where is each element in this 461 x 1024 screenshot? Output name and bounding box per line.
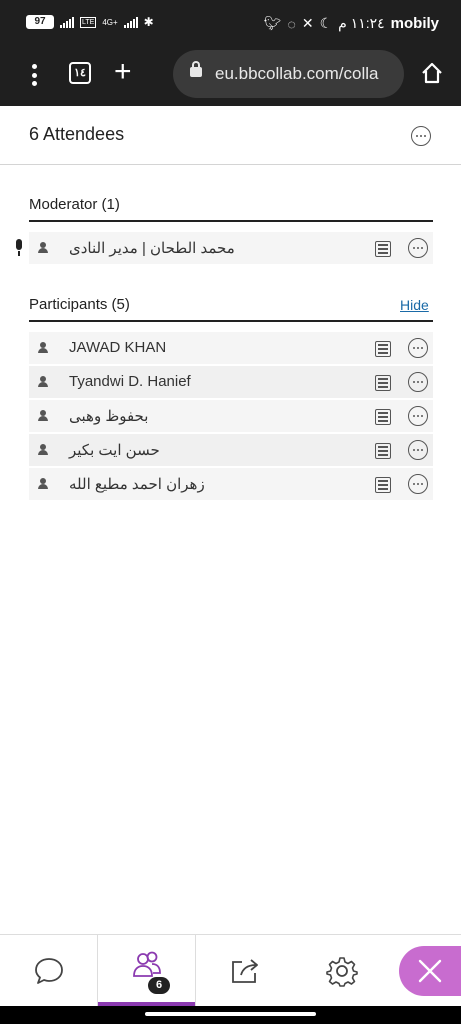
captions-icon[interactable]: [375, 477, 391, 493]
attendee-name: JAWAD KHAN: [69, 339, 167, 356]
person-icon: [37, 410, 49, 422]
attendee-count-badge: 6: [148, 977, 170, 994]
signal-icon: [60, 16, 74, 28]
microphone-icon: [14, 239, 24, 257]
bluetooth-icon: ✱: [143, 15, 154, 29]
more-options-icon[interactable]: [408, 474, 428, 494]
battery-icon: 97: [26, 15, 54, 29]
captions-icon[interactable]: [375, 443, 391, 459]
list-item[interactable]: زهران احمد مطيع الله: [29, 468, 433, 500]
twitter-icon: 🐦︎: [263, 15, 282, 31]
captions-icon[interactable]: [375, 341, 391, 357]
share-button[interactable]: [196, 935, 293, 1007]
url-text: eu.bbcollab.com/colla: [215, 64, 379, 83]
captions-icon[interactable]: [375, 409, 391, 425]
panel-header: 6 Attendees: [0, 106, 461, 165]
signal-icon: [123, 16, 138, 28]
page-title: 6 Attendees: [29, 124, 125, 144]
settings-button[interactable]: [293, 935, 391, 1007]
divider: [29, 220, 433, 222]
divider: [29, 320, 433, 322]
close-button[interactable]: [399, 946, 461, 996]
more-options-icon[interactable]: [408, 372, 428, 392]
settings-icon: [326, 957, 358, 987]
chat-icon: [34, 958, 63, 984]
person-icon: [37, 478, 49, 490]
moon-icon: ☾: [319, 15, 333, 31]
more-options-icon[interactable]: [408, 338, 428, 358]
clock-time: ١١:٢٤ م: [338, 15, 385, 31]
mute-icon: ✕: [301, 15, 314, 31]
browser-toolbar: ١٤ + eu.bbcollab.com/colla: [0, 46, 461, 106]
attendees-button[interactable]: [97, 935, 196, 1007]
menu-icon[interactable]: [24, 62, 44, 88]
gesture-bar-area: [0, 1006, 461, 1024]
whatsapp-icon: ◌: [287, 15, 296, 32]
bottom-navigation: [0, 934, 461, 1007]
more-options-icon[interactable]: [411, 126, 431, 146]
attendee-name: حسن ايت بكير: [69, 442, 160, 459]
volte-icon: LTE: [80, 16, 97, 28]
more-options-icon[interactable]: [408, 406, 428, 426]
attendees-icon: [132, 951, 161, 977]
home-indicator[interactable]: [145, 1012, 316, 1016]
person-icon: [37, 342, 49, 354]
attendee-name: محمد الطحان | مدير النادى: [69, 240, 235, 257]
list-item[interactable]: Tyandwi D. Hanief: [29, 366, 433, 398]
captions-icon[interactable]: [375, 375, 391, 391]
moderator-heading: Moderator (1): [29, 196, 120, 213]
more-options-icon[interactable]: [408, 238, 428, 258]
list-item[interactable]: بحفوظ وهبى: [29, 400, 433, 432]
tab-switcher-button[interactable]: ١٤: [69, 62, 91, 84]
attendee-name: Tyandwi D. Hanief: [69, 373, 191, 390]
carrier-name: mobily: [390, 15, 439, 32]
hide-link[interactable]: Hide: [400, 297, 429, 313]
new-tab-button[interactable]: +: [114, 57, 132, 87]
list-item[interactable]: محمد الطحان | مدير النادى: [29, 232, 433, 264]
home-icon[interactable]: [421, 62, 443, 84]
person-icon: [37, 376, 49, 388]
url-bar[interactable]: eu.bbcollab.com/colla: [173, 50, 404, 98]
attendee-name: بحفوظ وهبى: [69, 408, 149, 425]
network-label: 4G+: [102, 17, 118, 27]
list-item[interactable]: JAWAD KHAN: [29, 332, 433, 364]
person-icon: [37, 242, 49, 254]
close-icon: [418, 959, 442, 983]
attendee-name: زهران احمد مطيع الله: [69, 476, 205, 493]
captions-icon[interactable]: [375, 241, 391, 257]
status-bar: 97 LTE 4G+ ✱ 🐦︎ ◌ ✕ ☾ ١١:٢٤ م mobily: [0, 0, 461, 46]
chat-button[interactable]: [0, 935, 97, 1007]
lock-icon: [190, 61, 202, 77]
list-item[interactable]: حسن ايت بكير: [29, 434, 433, 466]
more-options-icon[interactable]: [408, 440, 428, 460]
participants-heading: Participants (5): [29, 296, 130, 313]
person-icon: [37, 444, 49, 456]
share-icon: [231, 959, 258, 983]
